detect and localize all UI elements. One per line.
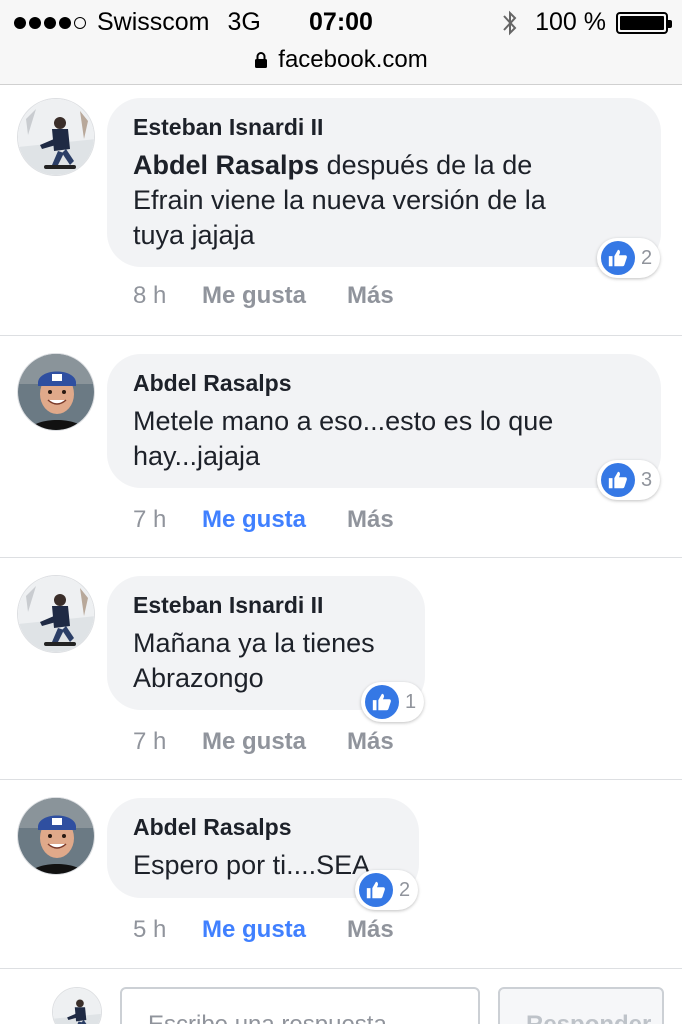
comment-actions: 7 h Me gusta Más bbox=[133, 506, 394, 534]
comment-text-line: después de la de bbox=[319, 150, 533, 180]
comment-text-line: Efrain viene la nueva versión de la bbox=[133, 185, 546, 215]
reaction-count: 2 bbox=[399, 878, 411, 901]
comment-timestamp[interactable]: 8 h bbox=[133, 282, 202, 310]
comment-text: Abdel Rasalps después de la de Efrain vi… bbox=[133, 148, 635, 253]
smiling-man-cap-avatar-icon[interactable] bbox=[17, 797, 95, 875]
comment-actions: 5 h Me gusta Más bbox=[133, 916, 394, 944]
comment-author[interactable]: Esteban Isnardi II bbox=[133, 592, 399, 618]
more-button[interactable]: Más bbox=[347, 728, 394, 756]
comment-text: Mañana ya la tienes Abrazongo bbox=[133, 626, 399, 696]
comment-author[interactable]: Abdel Rasalps bbox=[133, 814, 393, 840]
comment-text-line: Espero por ti....SEA bbox=[133, 850, 371, 880]
comment-timestamp[interactable]: 7 h bbox=[133, 506, 202, 534]
reply-button[interactable]: Responder bbox=[498, 987, 664, 1024]
thumbs-up-icon bbox=[359, 873, 393, 907]
like-button[interactable]: Me gusta bbox=[202, 506, 347, 534]
comment-bubble: Esteban Isnardi II Abdel Rasalps después… bbox=[107, 98, 661, 267]
comment: Abdel Rasalps Metele mano a eso...esto e… bbox=[0, 336, 682, 556]
url-text: facebook.com bbox=[278, 46, 428, 73]
comment-timestamp[interactable]: 5 h bbox=[133, 916, 202, 944]
reply-composer: Escribe una respuesta... Responder bbox=[0, 968, 682, 1024]
comment-actions: 8 h Me gusta Más bbox=[133, 282, 394, 310]
reaction-summary[interactable]: 1 bbox=[361, 682, 425, 722]
reaction-count: 1 bbox=[405, 690, 417, 713]
reply-input[interactable]: Escribe una respuesta... bbox=[120, 987, 480, 1024]
comment-author[interactable]: Abdel Rasalps bbox=[133, 370, 635, 396]
comment: Esteban Isnardi II Mañana ya la tienes A… bbox=[0, 558, 682, 778]
skater-avatar-icon[interactable] bbox=[17, 575, 95, 653]
skater-avatar-icon[interactable] bbox=[17, 98, 95, 176]
reaction-count: 3 bbox=[641, 468, 653, 491]
comment-text: Espero por ti....SEA bbox=[133, 848, 393, 883]
reaction-summary[interactable]: 2 bbox=[597, 238, 661, 278]
comment-timestamp[interactable]: 7 h bbox=[133, 728, 202, 756]
comment-text-line: tuya jajaja bbox=[133, 220, 255, 250]
comment-text-line: hay...jajaja bbox=[133, 441, 261, 471]
battery-percentage: 100 % bbox=[535, 8, 606, 36]
battery-icon bbox=[616, 11, 672, 34]
like-button[interactable]: Me gusta bbox=[202, 728, 347, 756]
comment-text-line: Metele mano a eso...esto es lo que bbox=[133, 406, 554, 436]
skater-avatar-icon bbox=[52, 987, 102, 1024]
comment: Abdel Rasalps Espero por ti....SEA 2 5 h… bbox=[0, 780, 682, 968]
bluetooth-icon bbox=[503, 10, 517, 35]
more-button[interactable]: Más bbox=[347, 916, 394, 944]
comment-author[interactable]: Esteban Isnardi II bbox=[133, 114, 635, 140]
comment-text-line: Abrazongo bbox=[133, 663, 264, 693]
reaction-summary[interactable]: 2 bbox=[355, 870, 419, 910]
thumbs-up-icon bbox=[601, 241, 635, 275]
smiling-man-cap-avatar-icon[interactable] bbox=[17, 353, 95, 431]
comment-actions: 7 h Me gusta Más bbox=[133, 728, 394, 756]
comment-text-line: Mañana ya la tienes bbox=[133, 628, 375, 658]
comment: Esteban Isnardi II Abdel Rasalps después… bbox=[0, 85, 682, 335]
like-button[interactable]: Me gusta bbox=[202, 282, 347, 310]
like-button[interactable]: Me gusta bbox=[202, 916, 347, 944]
comment-text: Metele mano a eso...esto es lo que hay..… bbox=[133, 404, 635, 474]
address-bar[interactable]: facebook.com bbox=[0, 44, 682, 85]
reaction-count: 2 bbox=[641, 246, 653, 269]
status-bar: Swisscom 3G 07:00 100 % bbox=[0, 0, 682, 44]
more-button[interactable]: Más bbox=[347, 506, 394, 534]
thumbs-up-icon bbox=[365, 685, 399, 719]
comment-bubble: Abdel Rasalps Metele mano a eso...esto e… bbox=[107, 354, 661, 488]
thumbs-up-icon bbox=[601, 463, 635, 497]
status-bar-right: 100 % bbox=[499, 8, 672, 37]
more-button[interactable]: Más bbox=[347, 282, 394, 310]
lock-icon bbox=[255, 52, 268, 68]
mention-link[interactable]: Abdel Rasalps bbox=[133, 150, 319, 180]
reaction-summary[interactable]: 3 bbox=[597, 460, 661, 500]
